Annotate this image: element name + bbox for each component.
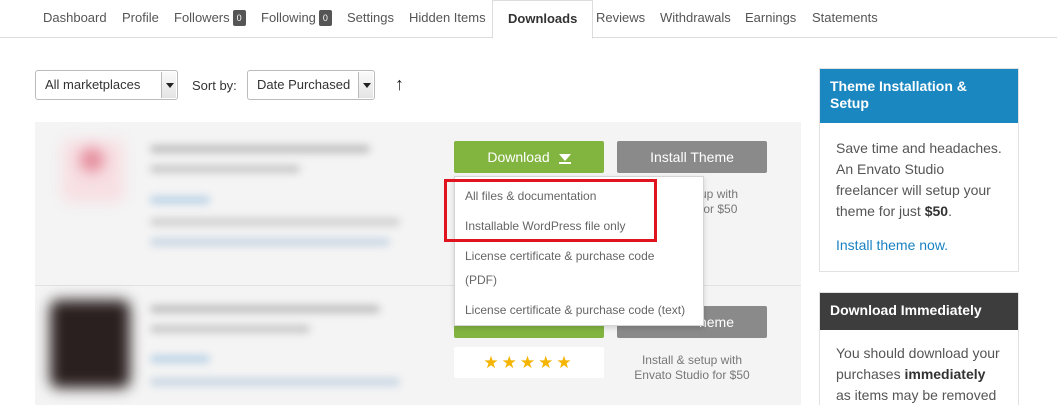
tab-following[interactable]: Following 0 (261, 0, 332, 38)
download-immediately-title: Download Immediately (820, 293, 1018, 330)
sort-by-label: Sort by: (192, 78, 237, 93)
tab-reviews[interactable]: Reviews (596, 0, 645, 38)
chevron-down-icon (358, 72, 373, 98)
highlight-annotation-box (444, 179, 657, 242)
menu-item-license-text[interactable]: License certificate & purchase code (tex… (465, 298, 697, 322)
download-immediately-emphasis: immediately (904, 366, 986, 382)
tab-following-label: Following (261, 10, 316, 25)
following-count-badge: 0 (318, 10, 332, 26)
tab-hidden-items-label: Hidden Items (409, 10, 486, 25)
install-theme-now-link[interactable]: Install theme now. (836, 237, 948, 253)
tab-dashboard-label: Dashboard (43, 10, 107, 25)
theme-installation-title: Theme Installation & Setup (820, 69, 1018, 123)
arrow-up-icon[interactable]: ↑ (395, 74, 404, 95)
tab-profile-label: Profile (122, 10, 159, 25)
tab-earnings-label: Earnings (745, 10, 797, 25)
item-meta-blurred (150, 378, 400, 386)
marketplace-select-value: All marketplaces (45, 77, 141, 92)
item-link-blurred (150, 196, 210, 204)
marketplace-select[interactable]: All marketplaces (35, 70, 178, 100)
item-meta-blurred (150, 218, 400, 226)
sort-select[interactable]: Date Purchased (247, 70, 375, 100)
theme-installation-body: Save time and headaches. An Envato Studi… (820, 123, 1018, 256)
menu-item-license-pdf[interactable]: License certificate & purchase code (PDF… (465, 244, 697, 292)
install-note: Install & setup with Envato Studio for $… (634, 353, 750, 382)
item-author-blurred (150, 165, 300, 173)
download-immediately-panel: Download Immediately You should download… (819, 292, 1019, 405)
tab-followers[interactable]: Followers 0 (174, 0, 246, 38)
tab-downloads-label: Downloads (508, 11, 578, 26)
item-title-blurred (150, 145, 370, 153)
sort-select-value: Date Purchased (257, 77, 351, 92)
tab-dashboard[interactable]: Dashboard (43, 0, 107, 38)
download-immediately-body: You should download your purchases immed… (820, 330, 1018, 405)
theme-installation-period: . (948, 203, 952, 219)
download-button-label: Download (487, 149, 550, 165)
item-thumbnail (50, 300, 130, 388)
tab-withdrawals[interactable]: Withdrawals (660, 0, 731, 38)
tab-statements[interactable]: Statements (812, 0, 878, 38)
download-button[interactable]: Download (454, 141, 604, 173)
theme-installation-panel: Theme Installation & Setup Save time and… (819, 68, 1019, 272)
top-navigation: Dashboard Profile Followers 0 Following 0 … (0, 0, 1057, 39)
star-rating[interactable]: ★★★★★ (454, 347, 604, 378)
tab-withdrawals-label: Withdrawals (660, 10, 731, 25)
followers-count-badge: 0 (232, 10, 246, 26)
tab-reviews-label: Reviews (596, 10, 646, 25)
install-theme-button[interactable]: Install Theme (617, 141, 767, 173)
item-title-blurred (150, 305, 380, 313)
tab-earnings[interactable]: Earnings (745, 0, 796, 38)
item-meta-blurred (150, 238, 390, 246)
tab-settings[interactable]: Settings (347, 0, 394, 38)
tab-downloads[interactable]: Downloads (492, 0, 594, 39)
install-theme-label: heme (698, 314, 734, 330)
item-author-blurred (150, 325, 310, 333)
item-link-blurred (150, 355, 210, 363)
tab-hidden-items[interactable]: Hidden Items (409, 0, 486, 38)
tab-settings-label: Settings (347, 10, 394, 25)
theme-installation-text: Save time and headaches. An Envato Studi… (836, 140, 1002, 219)
download-caret-icon (558, 154, 571, 164)
theme-installation-price: $50 (924, 203, 949, 219)
chevron-down-icon (161, 72, 176, 98)
install-theme-label: Install Theme (650, 149, 734, 165)
item-thumbnail-logo (80, 148, 104, 172)
tab-followers-label: Followers (174, 10, 230, 25)
tab-statements-label: Statements (812, 10, 878, 25)
download-immediately-text-end: as items may be removed (836, 387, 997, 403)
tab-profile[interactable]: Profile (122, 0, 159, 38)
